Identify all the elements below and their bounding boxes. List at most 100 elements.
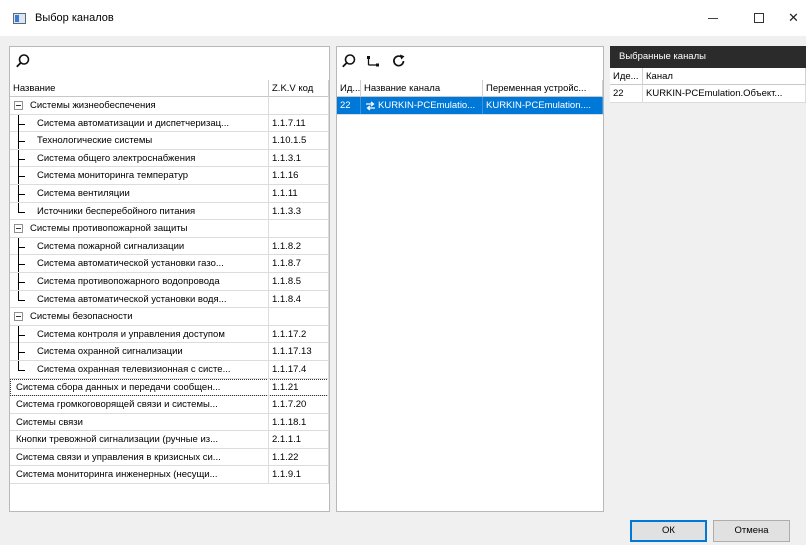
tree-item-label: Система противопожарного водопровода [37,275,220,287]
tree-branch-icon [18,246,25,248]
tree-branch-icon [18,369,25,371]
minimize-button[interactable] [690,0,736,36]
tree-name-cell: Система сбора данных и передачи сообщен.… [10,378,269,396]
tree-icon[interactable] [365,53,381,69]
tree-item-label: Системы связи [16,416,83,428]
tree-group-row[interactable]: Системы жизнеобеспечения [10,97,329,115]
tree-code-cell: 1.1.8.5 [269,272,329,290]
column-header-name[interactable]: Название [10,80,269,97]
selected-channels-title: Выбранные каналы [610,46,806,68]
tree-item-label: Системы безопасности [30,311,133,323]
search-icon[interactable] [341,53,357,69]
tree-branch-icon [18,176,25,178]
tree-child-row[interactable]: Система противопожарного водопровода 1.1.… [10,272,329,291]
tree-item-row[interactable]: Система сбора данных и передачи сообщен.… [10,378,329,397]
tree-item-label: Система автоматической установки газо... [37,258,224,270]
column-header-code[interactable]: Z.K.V код [269,80,329,97]
channels-grid: Ид... Название канала Переменная устройс… [337,80,603,115]
column-header-channel-name[interactable]: Название канала [361,80,483,97]
tree-code-cell [269,308,329,326]
minimize-icon [708,17,718,19]
collapse-icon[interactable] [14,312,23,322]
tree-item-label: Технологические системы [37,135,153,147]
tree-child-row[interactable]: Технологические системы 1.10.1.5 [10,132,329,150]
tree-child-row[interactable]: Система охранная телевизионная с систе..… [10,360,329,379]
maximize-button[interactable] [736,0,782,36]
tree-code-cell: 1.1.17.4 [269,360,329,378]
tree-code-cell: 1.1.17.2 [269,325,329,343]
channel-name: KURKIN-PCEmulatio... [378,100,476,111]
selected-channel-id: 22 [610,85,643,102]
tree-branch-icon [18,211,25,213]
tree-code-cell: 1.1.9.1 [269,466,329,484]
tree-child-row[interactable]: Система автоматизации и диспетчеризац...… [10,114,329,133]
tree-name-cell: Система вентиляции [10,184,269,202]
selected-grid-header: Иде... Канал [610,68,806,85]
tree-name-cell: Кнопки тревожной сигнализации (ручные из… [10,431,269,449]
channel-name-cell: KURKIN-PCEmulatio... [361,97,483,114]
tree-name-cell: Источники бесперебойного питания [10,202,269,220]
tree-item-row[interactable]: Системы связи 1.1.18.1 [10,413,329,432]
tree-name-cell: Система связи и управления в кризисных с… [10,448,269,466]
tree-item-label: Система общего электроснабжения [37,152,196,164]
tree-code-cell: 1.1.22 [269,448,329,466]
collapse-icon[interactable] [14,224,23,234]
search-icon[interactable] [15,53,31,69]
column-header-channel[interactable]: Канал [643,68,806,85]
tree-code-cell [269,97,329,114]
ok-button[interactable]: ОК [630,520,707,542]
column-header-id[interactable]: Ид... [337,80,361,97]
tree-child-row[interactable]: Система мониторинга температур 1.1.16 [10,167,329,185]
tree-branch-icon [18,158,25,160]
tree-item-label: Система мониторинга температур [37,170,189,182]
tree-name-cell: Система общего электроснабжения [10,149,269,167]
tree-child-row[interactable]: Система контроля и управления доступом 1.… [10,325,329,344]
tree-item-row[interactable]: Система громкоговорящей связи и системы.… [10,396,329,414]
column-header-device-variable[interactable]: Переменная устройс... [483,80,603,97]
tree-child-row[interactable]: Система охранной сигнализации 1.1.17.13 [10,343,329,361]
tree-item-label: Система связи и управления в кризисных с… [16,451,221,463]
tree-code-cell: 1.10.1.5 [269,132,329,150]
tree-name-cell: Система контроля и управления доступом [10,325,269,343]
tree-code-cell: 1.1.17.13 [269,343,329,361]
collapse-icon[interactable] [14,101,23,110]
close-button[interactable]: ✕ [782,0,806,36]
tree-code-cell: 1.1.8.4 [269,290,329,308]
tree-item-label: Источники бесперебойного питания [37,205,196,217]
cancel-button[interactable]: Отмена [713,520,790,542]
column-header-id[interactable]: Иде... [610,68,643,85]
tree-item-label: Система контроля и управления доступом [37,328,225,340]
title-bar: Выбор каналов ✕ [0,0,806,36]
tree-child-row[interactable]: Система вентиляции 1.1.11 [10,184,329,203]
tree-name-cell: Система охранная телевизионная с систе..… [10,360,269,378]
tree-item-label: Системы противопожарной защиты [30,223,188,235]
tree-name-cell: Система мониторинга инженерных (несущи..… [10,466,269,484]
systems-toolbar [10,47,329,75]
channel-id: 22 [337,97,361,114]
channel-row[interactable]: 22 KURKIN-PCEmulatio... KURKIN-PCEmulati… [337,97,603,115]
tree-code-cell: 1.1.16 [269,167,329,185]
tree-child-row[interactable]: Система пожарной сигнализации 1.1.8.2 [10,237,329,256]
tree-item-label: Системы жизнеобеспечения [30,100,156,111]
tree-child-row[interactable]: Система автоматической установки водя...… [10,290,329,309]
tree-branch-icon [18,352,25,354]
tree-name-cell: Технологические системы [10,132,269,150]
selected-channels-grid: Иде... Канал 22 KURKIN-PCEmulation.Объек… [610,68,806,103]
tree-child-row[interactable]: Система общего электроснабжения 1.1.3.1 [10,149,329,168]
tree-code-cell: 1.1.3.3 [269,202,329,220]
channels-grid-header: Ид... Название канала Переменная устройс… [337,80,603,97]
tree-item-row[interactable]: Система связи и управления в кризисных с… [10,448,329,467]
tree-child-row[interactable]: Источники бесперебойного питания 1.1.3.3 [10,202,329,221]
tree-item-row[interactable]: Система мониторинга инженерных (несущи..… [10,466,329,485]
selected-channel-row[interactable]: 22 KURKIN-PCEmulation.Объект... [610,85,806,103]
tree-code-cell: 1.1.21 [269,378,329,396]
tree-name-cell: Системы жизнеобеспечения [10,97,269,114]
refresh-icon[interactable] [391,53,407,69]
tree-branch-icon [18,281,25,283]
tree-code-cell: 1.1.7.20 [269,396,329,414]
tree-child-row[interactable]: Система автоматической установки газо...… [10,255,329,273]
tree-item-label: Система пожарной сигнализации [37,240,185,252]
tree-group-row[interactable]: Системы противопожарной защиты [10,220,329,238]
tree-item-row[interactable]: Кнопки тревожной сигнализации (ручные из… [10,431,329,449]
tree-group-row[interactable]: Системы безопасности [10,308,329,326]
